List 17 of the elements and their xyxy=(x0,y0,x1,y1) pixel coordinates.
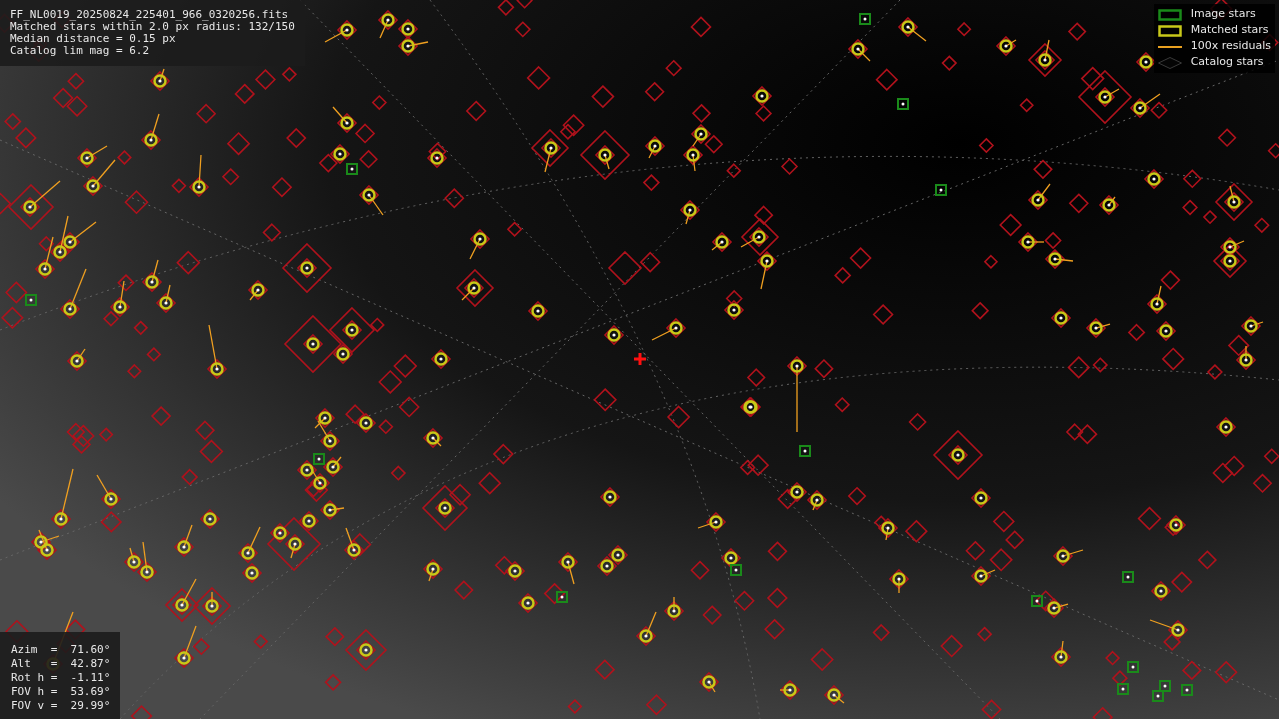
rectangle-marker-icon xyxy=(1157,24,1182,37)
pointing-text: Rot h = -1.11° xyxy=(11,671,111,685)
info-text: Catalog lim mag = 6.2 xyxy=(10,45,151,57)
catalog-marker-icon xyxy=(1157,56,1182,69)
pointing-text: Azim = 71.60° xyxy=(11,643,111,657)
legend-label: Image stars xyxy=(1190,6,1256,23)
square-marker-icon xyxy=(1157,8,1182,21)
pointing-text: Alt = 42.87° xyxy=(11,657,111,671)
info-text: Median distance = 0.15 px xyxy=(10,33,177,45)
legend-label: Matched stars xyxy=(1190,22,1269,39)
info-text: FF_NL0019_20250824_225401_966_0320256.fits xyxy=(10,9,290,21)
pointing-text: FOV v = 29.99° xyxy=(11,699,111,713)
legend-label: 100x residuals xyxy=(1190,38,1271,55)
line-marker-icon xyxy=(1157,45,1182,48)
pointing-text: FOV h = 53.69° xyxy=(11,685,111,699)
info-text: Matched stars within 2.0 px radius: 132/150 xyxy=(10,21,295,33)
legend-label: Catalog stars xyxy=(1190,54,1264,71)
